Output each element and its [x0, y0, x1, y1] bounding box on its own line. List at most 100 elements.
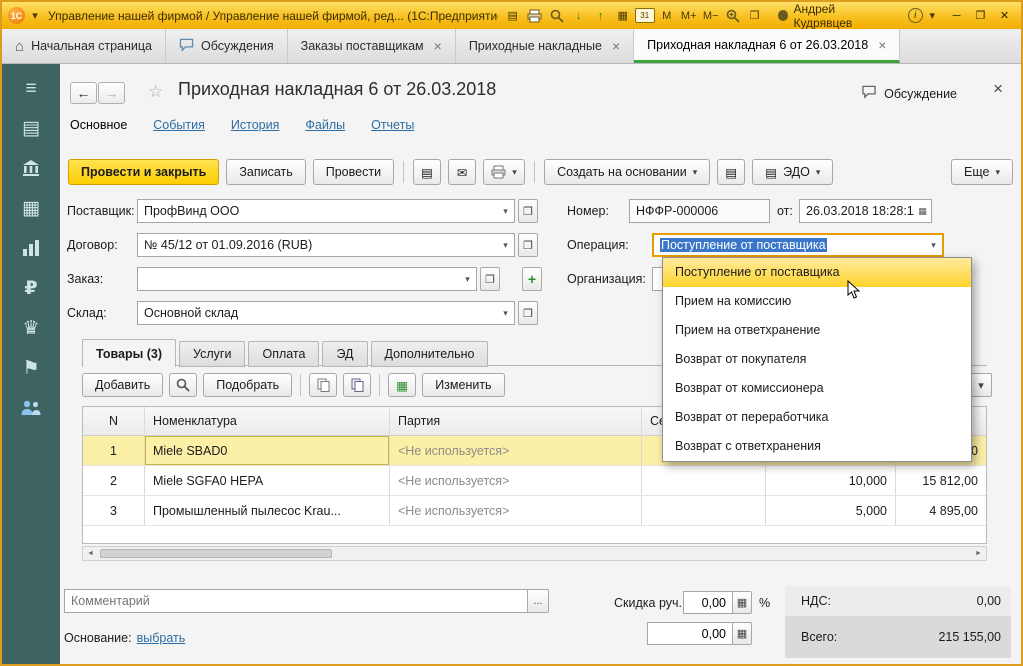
dropdown-item[interactable]: Возврат от комиссионера: [663, 374, 971, 403]
discount-amount-calc-button[interactable]: ▦: [732, 622, 752, 645]
scrollbar-thumb[interactable]: [100, 549, 332, 558]
dropdown-item[interactable]: Прием на ответхранение: [663, 316, 971, 345]
change-button[interactable]: Изменить: [422, 373, 504, 397]
more-button[interactable]: Еще▾: [951, 159, 1013, 185]
nav-tab-reports[interactable]: Отчеты: [371, 118, 414, 132]
production-icon[interactable]: ▦: [18, 196, 44, 220]
copy-rows-button[interactable]: [309, 373, 337, 397]
calendar-icon[interactable]: 31: [635, 8, 655, 23]
tab-ed[interactable]: ЭД: [322, 341, 367, 367]
close-form-button[interactable]: ×: [993, 79, 1003, 99]
chevron-down-icon[interactable]: ▾: [497, 302, 514, 324]
info-chevron-icon[interactable]: ▾: [928, 6, 937, 25]
menu-icon[interactable]: ≡: [18, 76, 44, 100]
table-row[interactable]: 2 Miele SGFA0 HEPA <Не используется> 10,…: [83, 466, 986, 496]
dropdown-item[interactable]: Возврат от переработчика: [663, 403, 971, 432]
download-icon[interactable]: ↓: [569, 6, 589, 25]
close-tab-icon[interactable]: ×: [878, 37, 886, 53]
contract-field[interactable]: № 45/12 от 01.09.2016 (RUB)▾: [137, 233, 515, 257]
chevron-down-icon[interactable]: ▾: [459, 268, 476, 290]
supplier-open-button[interactable]: ❐: [518, 199, 538, 223]
dropdown-item[interactable]: Поступление от поставщика: [663, 258, 971, 287]
warehouse-open-button[interactable]: ❐: [518, 301, 538, 325]
column-settings-button[interactable]: ▾: [970, 373, 992, 397]
date-field[interactable]: 26.03.2018 18:28:11▦: [799, 199, 932, 223]
email-button[interactable]: ✉: [448, 159, 476, 185]
order-field[interactable]: ▾: [137, 267, 477, 291]
zoom-icon[interactable]: [723, 6, 743, 25]
chevron-down-icon[interactable]: ▾: [497, 200, 514, 222]
basis-choose-link[interactable]: выбрать: [137, 631, 186, 645]
service-doc-icon[interactable]: ▤: [503, 6, 523, 25]
edo-button[interactable]: ▤ЭДО▾: [752, 159, 833, 185]
money-icon[interactable]: ₽: [18, 276, 44, 300]
tab-additional[interactable]: Дополнительно: [371, 341, 489, 367]
post-and-close-button[interactable]: Провести и закрыть: [68, 159, 219, 185]
tab-incoming-invoices[interactable]: Приходные накладные ×: [456, 29, 634, 63]
nav-tab-main[interactable]: Основное: [70, 118, 127, 132]
dropdown-item[interactable]: Прием на комиссию: [663, 287, 971, 316]
chevron-down-icon[interactable]: ▾: [925, 235, 942, 255]
operation-combobox[interactable]: Поступление от поставщика ▾: [652, 233, 944, 257]
tab-payment[interactable]: Оплата: [248, 341, 319, 367]
nav-tab-history[interactable]: История: [231, 118, 279, 132]
new-window-icon[interactable]: ❐: [745, 6, 765, 25]
tab-home[interactable]: ⌂ Начальная страница: [2, 29, 166, 63]
discount-amount-input[interactable]: [647, 622, 733, 645]
report-doc-button[interactable]: ▤: [717, 159, 745, 185]
table-row[interactable]: 3 Промышленный пылесос Krau... <Не испол…: [83, 496, 986, 526]
dropdown-item[interactable]: Возврат от покупателя: [663, 345, 971, 374]
add-row-button[interactable]: Добавить: [82, 373, 163, 397]
order-create-button[interactable]: +: [522, 267, 542, 291]
favorite-star-icon[interactable]: ☆: [148, 82, 163, 102]
create-based-on-button[interactable]: Создать на основании▾: [544, 159, 710, 185]
spreadsheet-button[interactable]: ▦: [388, 373, 416, 397]
calc-memory-m-icon[interactable]: M: [657, 6, 677, 25]
new-doc-button[interactable]: ▤: [413, 159, 441, 185]
number-field[interactable]: НФФР-000006: [629, 199, 770, 223]
dropdown-item[interactable]: Возврат с ответхранения: [663, 432, 971, 461]
search-doc-icon[interactable]: [547, 6, 567, 25]
crm-card-icon[interactable]: ▤: [18, 116, 44, 140]
write-button[interactable]: Записать: [226, 159, 305, 185]
system-menu-chevron-icon[interactable]: ▾: [30, 6, 40, 25]
info-icon[interactable]: i: [908, 8, 923, 23]
close-tab-icon[interactable]: ×: [612, 38, 620, 54]
bank-icon[interactable]: [18, 156, 44, 180]
pick-button[interactable]: Подобрать: [203, 373, 292, 397]
close-tab-icon[interactable]: ×: [434, 38, 442, 54]
print-button[interactable]: ▾: [483, 159, 525, 185]
nav-tab-files[interactable]: Файлы: [305, 118, 345, 132]
contract-open-button[interactable]: ❐: [518, 233, 538, 257]
search-button[interactable]: [169, 373, 197, 397]
supplier-field[interactable]: ПрофВинд ООО▾: [137, 199, 515, 223]
close-window-button[interactable]: ✕: [994, 6, 1015, 25]
1c-logo-icon[interactable]: 1С: [8, 7, 25, 24]
forward-button[interactable]: →: [98, 82, 125, 104]
government-emblem-icon[interactable]: ♛: [18, 316, 44, 340]
tab-supplier-orders[interactable]: Заказы поставщикам ×: [288, 29, 456, 63]
post-button[interactable]: Провести: [313, 159, 394, 185]
order-open-button[interactable]: ❐: [480, 267, 500, 291]
warehouse-field[interactable]: Основной склад▾: [137, 301, 515, 325]
table-icon[interactable]: ▦: [613, 6, 633, 25]
calc-memory-mplus-icon[interactable]: M+: [679, 6, 699, 25]
tab-discussions[interactable]: Обсуждения: [166, 29, 288, 63]
scroll-right-button[interactable]: ►: [971, 550, 986, 557]
analytics-icon[interactable]: [18, 236, 44, 260]
minimize-button[interactable]: ─: [946, 6, 967, 25]
comment-expand-button[interactable]: ...: [527, 589, 549, 613]
discussion-link[interactable]: Обсуждение: [861, 85, 957, 102]
calc-memory-mminus-icon[interactable]: M−: [701, 6, 721, 25]
paste-rows-button[interactable]: [343, 373, 371, 397]
col-n[interactable]: N: [83, 407, 145, 435]
chevron-down-icon[interactable]: ▾: [497, 234, 514, 256]
comment-input[interactable]: [64, 589, 528, 613]
print-icon[interactable]: [525, 6, 545, 25]
discount-calc-button[interactable]: ▦: [732, 591, 752, 614]
nav-tab-events[interactable]: События: [153, 118, 205, 132]
flag-icon[interactable]: ⚑: [18, 356, 44, 380]
discount-percent-input[interactable]: [683, 591, 733, 614]
tab-incoming-invoice-6[interactable]: Приходная накладная 6 от 26.03.2018 ×: [634, 29, 900, 63]
maximize-button[interactable]: ❐: [970, 6, 991, 25]
